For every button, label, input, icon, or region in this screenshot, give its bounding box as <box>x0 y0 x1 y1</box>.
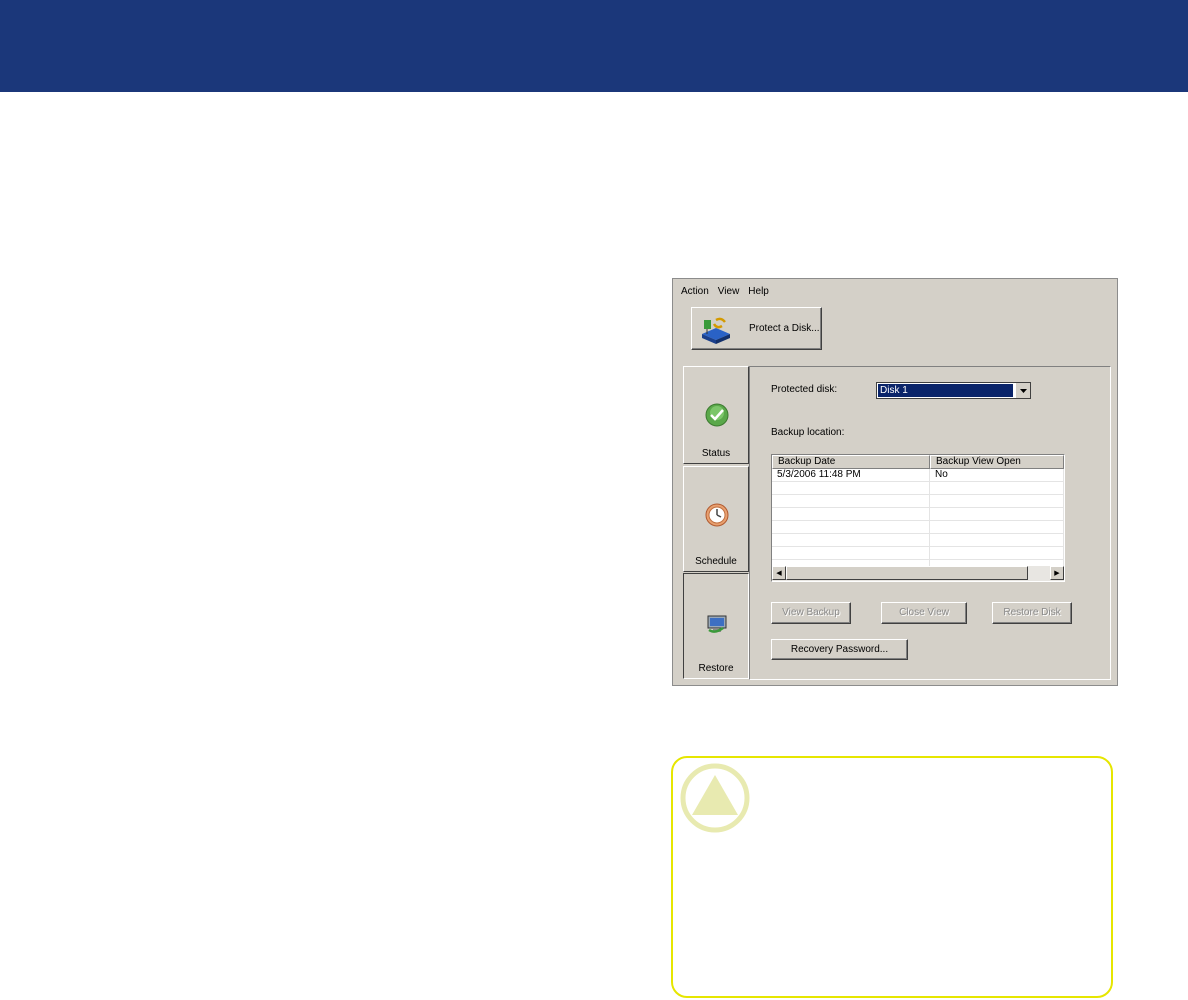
recovery-password-button[interactable]: Recovery Password... <box>771 639 908 660</box>
checkmark-icon <box>705 403 729 427</box>
nav-restore[interactable]: Restore <box>683 573 749 679</box>
protected-disk-value: Disk 1 <box>878 384 1013 397</box>
protected-disk-label: Protected disk: <box>771 384 838 395</box>
clock-icon <box>705 503 729 527</box>
nav-schedule-label: Schedule <box>695 556 737 567</box>
table-row[interactable]: 5/3/2006 11:48 PM No <box>772 469 1064 482</box>
menu-help[interactable]: Help <box>748 286 769 297</box>
restore-disk-button[interactable]: Restore Disk <box>992 602 1072 624</box>
empty-row <box>772 495 1064 508</box>
nav-restore-label: Restore <box>698 663 734 674</box>
app-window: Action View Help Protect a Disk... Statu… <box>672 278 1118 686</box>
menu-action[interactable]: Action <box>681 286 709 297</box>
empty-row <box>772 534 1064 547</box>
list-header: Backup Date Backup View Open <box>772 455 1064 469</box>
restore-computer-icon <box>707 615 727 633</box>
nav-schedule[interactable]: Schedule <box>683 466 749 572</box>
protect-disk-button[interactable]: Protect a Disk... <box>691 307 822 350</box>
menu-view[interactable]: View <box>718 286 740 297</box>
column-backup-view-open[interactable]: Backup View Open <box>930 455 1064 469</box>
scroll-right-icon[interactable]: ▶ <box>1050 566 1064 580</box>
nav-status[interactable]: Status <box>683 366 749 464</box>
disk-protect-icon <box>702 317 730 344</box>
chevron-down-icon[interactable] <box>1015 383 1030 398</box>
backup-location-label: Backup location: <box>771 427 845 438</box>
caution-triangle-icon <box>680 763 750 833</box>
empty-row <box>772 521 1064 534</box>
cell-backup-date: 5/3/2006 11:48 PM <box>772 469 930 481</box>
horizontal-scrollbar[interactable]: ◀ ▶ <box>772 566 1064 581</box>
empty-row <box>772 508 1064 521</box>
view-backup-button[interactable]: View Backup <box>771 602 851 624</box>
protected-disk-select[interactable]: Disk 1 <box>876 382 1031 399</box>
header-bar <box>0 0 1188 92</box>
protect-disk-label: Protect a Disk... <box>749 323 820 334</box>
column-backup-date[interactable]: Backup Date <box>772 455 930 469</box>
menu-bar: Action View Help <box>681 286 769 297</box>
empty-row <box>772 482 1064 495</box>
scroll-left-icon[interactable]: ◀ <box>772 566 786 580</box>
scroll-thumb[interactable] <box>786 566 1028 580</box>
close-view-button[interactable]: Close View <box>881 602 967 624</box>
empty-row <box>772 547 1064 560</box>
cell-backup-view-open: No <box>930 469 1064 481</box>
nav-status-label: Status <box>701 448 731 459</box>
backup-list[interactable]: Backup Date Backup View Open 5/3/2006 11… <box>771 454 1065 582</box>
